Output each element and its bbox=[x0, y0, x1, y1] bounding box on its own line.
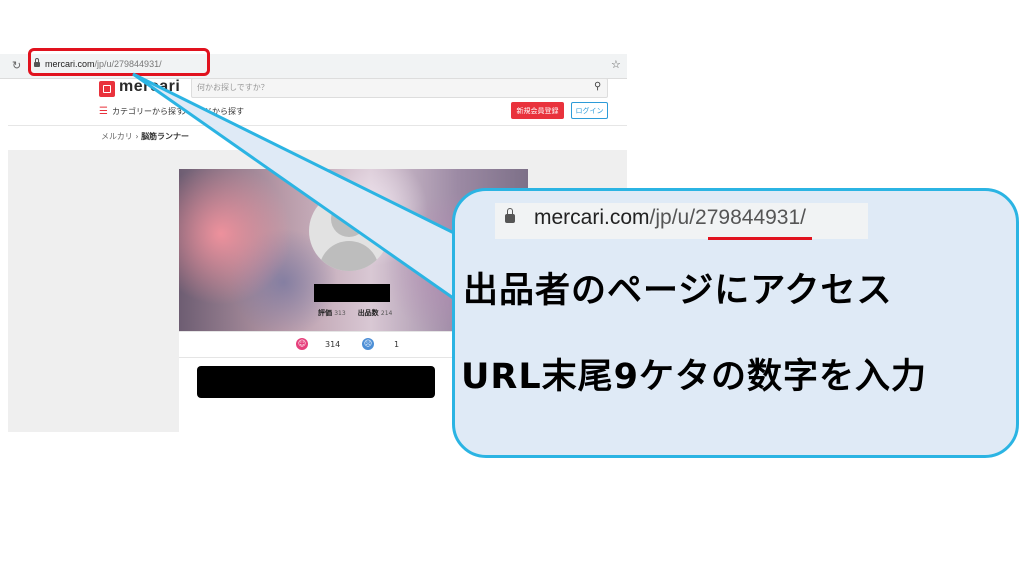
instruction-line-1: 出品者のページにアクセス bbox=[463, 271, 893, 311]
zoomed-url-end: / bbox=[800, 206, 807, 229]
url-id-underline bbox=[708, 237, 812, 240]
zoomed-url-host: mercari.com bbox=[534, 206, 650, 229]
zoomed-url: mercari.com/jp/u/279844931/ bbox=[534, 206, 806, 230]
zoomed-url-id: 279844931 bbox=[695, 206, 801, 229]
instruction-line-2: URL末尾9ケタの数字を入力 bbox=[461, 357, 928, 397]
zoomed-url-path: /jp/u/ bbox=[649, 206, 696, 229]
zoomed-lock-icon bbox=[505, 208, 515, 223]
